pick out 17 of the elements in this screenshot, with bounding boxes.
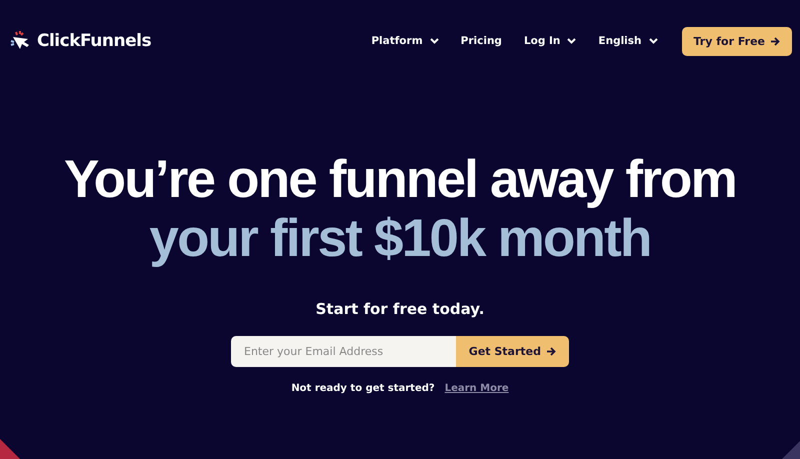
get-started-button[interactable]: Get Started (456, 336, 569, 367)
nav-link[interactable]: English (598, 35, 658, 47)
footnote-text: Not ready to get started? (291, 383, 435, 394)
nav-link[interactable]: Log In (524, 35, 576, 47)
headline: You’re one funnel away from your first $10k month (64, 150, 736, 268)
cursor-logo-icon (10, 31, 32, 51)
nav-link[interactable]: Pricing (460, 35, 502, 47)
corner-decoration-drawing (0, 439, 22, 459)
brand-name: ClickFunnels (37, 31, 152, 51)
arrow-right-icon (547, 347, 556, 356)
corner-decoration-drawing (782, 441, 800, 459)
learn-more-link[interactable]: Learn More (444, 383, 509, 394)
nav-link[interactable]: Platform (371, 35, 439, 47)
try-for-free-button[interactable]: Try for Free (682, 26, 792, 56)
subheading: Start for free today. (316, 300, 484, 318)
email-input-field[interactable]: Enter your Email Address (231, 336, 456, 367)
arrow-right-icon (771, 36, 780, 46)
